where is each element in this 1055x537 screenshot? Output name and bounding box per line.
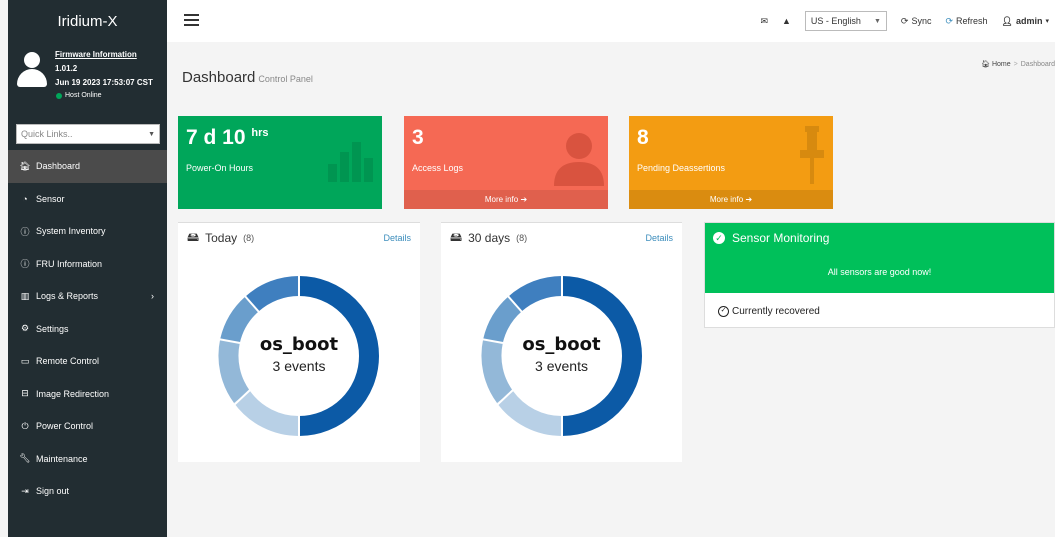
host-status: Host Online	[56, 92, 167, 99]
tile-value: 8	[637, 126, 649, 149]
info-icon: ⓘ	[20, 259, 30, 270]
home-icon: 🏠︎	[981, 61, 991, 68]
sensor-status-message: All sensors are good now!	[827, 267, 932, 277]
pending-deassertions-tile: 8 Pending Deassertions More info ➔	[629, 116, 833, 209]
envelope-icon[interactable]: ✉	[760, 16, 768, 27]
bar-chart-icon: ▥	[20, 290, 30, 301]
refresh-button[interactable]: ⟳ Refresh	[945, 16, 987, 27]
firmware-version: 1.01.2	[55, 64, 78, 73]
warning-icon[interactable]: ▲	[782, 16, 791, 26]
chevron-down-icon: ▼	[148, 130, 155, 138]
sync-icon: ⟳	[900, 15, 909, 26]
inbox-icon: 🖴︎	[450, 229, 463, 244]
check-circle-icon: ✓	[713, 232, 725, 244]
header-actions: ✉ ▲ US - English ▼ ⟳ Sync ⟳ Refresh 👤︎ admi…	[760, 0, 1055, 42]
gauge-icon: ◔	[22, 193, 28, 204]
sensor-monitoring-panel: ✓ Sensor Monitoring All sensors are good …	[704, 222, 1055, 328]
sidebar-item-logs-reports[interactable]: ▥ Logs & Reports ›	[8, 280, 167, 313]
chevron-right-icon: ›	[151, 291, 154, 302]
chevron-down-icon: ▼	[873, 17, 881, 25]
sidebar-item-system-inventory[interactable]: ⓘ System Inventory	[8, 215, 167, 248]
sync-button[interactable]: ⟳ Sync	[901, 16, 932, 27]
monitor-icon: ▭	[20, 355, 30, 366]
firmware-date: Jun 19 2023 17:53:07 CST	[55, 78, 153, 87]
tile-label: Pending Deassertions	[637, 163, 726, 173]
home-icon: 🏠︎	[19, 160, 31, 171]
currently-recovered[interactable]: ✓ Currently recovered	[705, 293, 1054, 317]
quick-links-select[interactable]: Quick Links.. ▼	[16, 124, 160, 144]
tile-value: 7 d 10 hrs	[186, 126, 269, 149]
top-header: ✉ ▲ US - English ▼ ⟳ Sync ⟳ Refresh 👤︎ admi…	[167, 0, 1055, 42]
disk-icon: ⊟	[21, 388, 29, 399]
power-icon: ⏻	[21, 420, 29, 431]
caret-down-icon: ▾	[1045, 18, 1049, 25]
gear-icon: ⚙	[20, 323, 30, 334]
arrow-circle-right-icon: ➔	[520, 195, 528, 204]
tile-label: Power-On Hours	[186, 163, 254, 173]
pending-deassertions-more-info-link[interactable]: More info ➔	[629, 190, 833, 209]
wrench-icon: 🔧︎	[19, 453, 31, 464]
sidebar-menu: 🏠︎ Dashboard ◔ Sensor ⓘ System Inventory ⓘ F…	[8, 150, 167, 508]
sidebar-item-fru-information[interactable]: ⓘ FRU Information	[8, 248, 167, 281]
tile-label: Access Logs	[412, 163, 464, 173]
page-title: Dashboard Control Panel	[182, 69, 313, 86]
sign-out-icon: ⇥	[21, 485, 29, 496]
firmware-panel: Firmware Information 1.01.2 Jun 19 2023 …	[8, 42, 167, 118]
hamburger-menu-icon[interactable]	[184, 14, 199, 29]
sidebar-item-image-redirection[interactable]: ⊟ Image Redirection	[8, 378, 167, 411]
user-icon	[554, 133, 604, 186]
tile-value: 3	[412, 126, 424, 149]
sidebar-item-power-control[interactable]: ⏻ Power Control	[8, 410, 167, 443]
access-logs-more-info-link[interactable]: More info ➔	[404, 190, 608, 209]
sidebar-item-sensor[interactable]: ◔ Sensor	[8, 183, 167, 216]
firmware-info-link[interactable]: Firmware Information	[55, 50, 167, 59]
breadcrumb-current: Dashboard	[1020, 61, 1055, 68]
sidebar-item-maintenance[interactable]: 🔧︎ Maintenance	[8, 443, 167, 476]
sidebar-item-settings[interactable]: ⚙ Settings	[8, 313, 167, 346]
refresh-icon: ⟳	[945, 15, 954, 26]
power-on-hours-tile: 7 d 10 hrs Power-On Hours	[178, 116, 382, 209]
thirty-days-events-card: 🖴︎ 30 days (8) Details os_boot 3 events	[441, 222, 682, 462]
thirty-days-details-link[interactable]: Details	[645, 233, 673, 243]
sidebar: Iridium-X Firmware Information 1.01.2 Ju…	[8, 0, 167, 537]
user-menu[interactable]: 👤︎ admin ▾	[1002, 16, 1049, 27]
inbox-icon: 🖴︎	[187, 229, 200, 244]
user-icon: 👤︎	[1001, 15, 1013, 26]
arrow-circle-right-icon: ➔	[745, 195, 753, 204]
check-circle-outline-icon: ✓	[718, 306, 729, 317]
today-details-link[interactable]: Details	[383, 233, 411, 243]
breadcrumb-home[interactable]: Home	[992, 61, 1011, 68]
today-events-card: 🖴︎ Today (8) Details os_boot 3 events	[178, 222, 420, 462]
status-dot-icon	[56, 92, 62, 99]
brand-logo[interactable]: Iridium-X	[8, 0, 167, 42]
page-subtitle: Control Panel	[258, 74, 313, 84]
pushpin-icon	[800, 126, 824, 184]
breadcrumb: 🏠︎ Home > Dashboard	[981, 61, 1055, 68]
language-select[interactable]: US - English ▼	[804, 11, 887, 31]
bar-chart-icon	[328, 142, 373, 182]
sidebar-item-dashboard[interactable]: 🏠︎ Dashboard	[8, 150, 167, 183]
sidebar-item-sign-out[interactable]: ⇥ Sign out	[8, 475, 167, 508]
thirty-days-donut-label: os_boot 3 events	[522, 334, 601, 374]
today-donut-label: os_boot 3 events	[259, 334, 339, 374]
sensor-monitoring-title: Sensor Monitoring	[732, 231, 830, 245]
sidebar-item-remote-control[interactable]: ▭ Remote Control	[8, 345, 167, 378]
access-logs-tile: 3 Access Logs More info ➔	[404, 116, 608, 209]
user-avatar-icon	[17, 52, 47, 92]
info-icon: ⓘ	[20, 226, 30, 237]
